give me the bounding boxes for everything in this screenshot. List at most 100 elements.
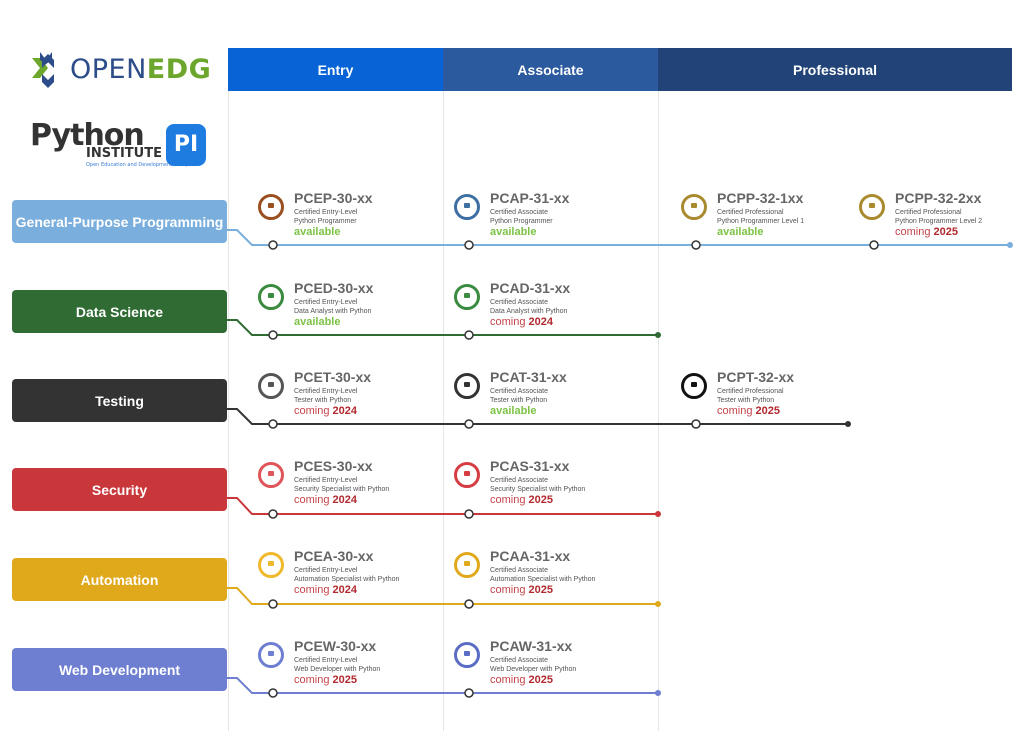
status-coming: coming 2025 [717, 405, 780, 417]
cert-desc-line1: Certified Associate [490, 299, 548, 306]
track-end-dot [655, 511, 661, 517]
cert-card[interactable]: PCAS-31-xx Certified Associate Security Sp… [454, 458, 654, 512]
cert-code: PCEP-30-xx [294, 190, 373, 206]
cert-desc-line1: Certified Entry-Level [294, 567, 358, 574]
cert-card[interactable]: PCES-30-xx Certified Entry-Level Security … [258, 458, 458, 512]
cert-badge-icon [258, 194, 284, 220]
cert-description: Certified Entry-Level Web Developer with … [294, 656, 380, 674]
status-coming-label: coming [294, 494, 330, 506]
cert-badge-icon [258, 462, 284, 488]
cert-description: Certified Associate Python Programmer [490, 208, 553, 226]
cert-code: PCET-30-xx [294, 369, 372, 385]
status-coming: coming 2025 [490, 584, 553, 596]
cert-desc-line2: Data Analyst with Python [294, 308, 372, 315]
status-coming: coming 2025 [895, 226, 958, 238]
cert-card[interactable]: PCAT-31-xx Certified Associate Tester with… [454, 369, 654, 423]
status-year: 2025 [528, 494, 554, 506]
status-coming-label: coming [490, 494, 526, 506]
cert-description: Certified Entry-Level Automation Speciali… [294, 566, 399, 584]
cert-card[interactable]: PCPT-32-xx Certified Professional Tester w… [681, 369, 881, 423]
cert-desc-line2: Security Specialist with Python [490, 486, 586, 493]
cert-desc-line1: Certified Entry-Level [294, 477, 358, 484]
status-coming-label: coming [490, 674, 526, 686]
status-available: available [490, 226, 537, 238]
status-coming: coming 2024 [294, 405, 357, 417]
cert-desc-line2: Python Programmer Level 2 [895, 218, 983, 225]
cert-card[interactable]: PCEP-30-xx Certified Entry-Level Python Pr… [258, 190, 458, 244]
cert-desc-line2: Python Programmer [490, 218, 553, 225]
cert-description: Certified Associate Security Specialist w… [490, 476, 585, 494]
cert-description: Certified Professional Tester with Python [717, 387, 784, 405]
cert-card[interactable]: PCAW-31-xx Certified Associate Web Develop… [454, 638, 654, 692]
cert-badge-icon [258, 284, 284, 310]
cert-desc-line1: Certified Professional [717, 388, 784, 395]
status-year: 2025 [528, 584, 554, 596]
cert-card[interactable]: PCAA-31-xx Certified Associate Automation … [454, 548, 654, 602]
cert-card[interactable]: PCAP-31-xx Certified Associate Python Prog… [454, 190, 654, 244]
cert-description: Certified Entry-Level Python Programmer [294, 208, 357, 226]
cert-description: Certified Professional Python Programmer … [717, 208, 804, 226]
status-coming-label: coming [294, 584, 330, 596]
cert-badge-icon [454, 552, 480, 578]
cert-card[interactable]: PCET-30-xx Certified Entry-Level Tester wi… [258, 369, 458, 423]
status-coming: coming 2024 [294, 494, 357, 506]
cert-description: Certified Entry-Level Security Specialist… [294, 476, 389, 494]
track-end-dot [655, 332, 661, 338]
cert-card[interactable]: PCPP-32-1xx Certified Professional Python … [681, 190, 881, 244]
cert-description: Certified Associate Web Developer with Py… [490, 656, 576, 674]
cert-desc-line2: Python Programmer Level 1 [717, 218, 805, 225]
cert-badge-icon [859, 194, 885, 220]
cert-desc-line1: Certified Entry-Level [294, 657, 358, 664]
cert-code: PCES-30-xx [294, 458, 373, 474]
cert-badge-icon [258, 552, 284, 578]
cert-card[interactable]: PCED-30-xx Certified Entry-Level Data Anal… [258, 280, 458, 334]
cert-desc-line1: Certified Entry-Level [294, 209, 358, 216]
cert-description: Certified Entry-Level Data Analyst with P… [294, 298, 371, 316]
cert-desc-line1: Certified Associate [490, 657, 548, 664]
cert-desc-line2: Web Developer with Python [294, 666, 381, 673]
status-year: 2024 [332, 584, 358, 596]
cert-card[interactable]: PCEW-30-xx Certified Entry-Level Web Devel… [258, 638, 458, 692]
cert-description: Certified Entry-Level Tester with Python [294, 387, 357, 405]
cert-desc-line2: Tester with Python [490, 397, 548, 404]
cert-badge-icon [681, 194, 707, 220]
cert-badge-icon [681, 373, 707, 399]
status-year: 2025 [755, 405, 781, 417]
status-available: available [294, 316, 341, 328]
track-label: Data Science [12, 290, 227, 333]
cert-desc-line2: Automation Specialist with Python [294, 576, 400, 583]
cert-description: Certified Associate Data Analyst with Pyt… [490, 298, 567, 316]
cert-desc-line2: Tester with Python [294, 397, 352, 404]
status-year: 2024 [332, 494, 358, 506]
cert-code: PCAP-31-xx [490, 190, 570, 206]
status-coming-label: coming [717, 405, 753, 417]
cert-desc-line1: Certified Entry-Level [294, 299, 358, 306]
cert-code: PCPP-32-2xx [895, 190, 982, 206]
status-coming-label: coming [490, 584, 526, 596]
status-coming: coming 2024 [294, 584, 357, 596]
status-coming-label: coming [294, 405, 330, 417]
cert-description: Certified Associate Tester with Python [490, 387, 548, 405]
cert-badge-icon [454, 194, 480, 220]
cert-description: Certified Professional Python Programmer … [895, 208, 982, 226]
cert-code: PCAW-31-xx [490, 638, 573, 654]
status-coming-label: coming [294, 674, 330, 686]
cert-code: PCAA-31-xx [490, 548, 571, 564]
cert-code: PCAD-31-xx [490, 280, 571, 296]
cert-desc-line1: Certified Entry-Level [294, 388, 358, 395]
track-end-dot [655, 601, 661, 607]
status-year: 2025 [332, 674, 358, 686]
cert-code: PCAT-31-xx [490, 369, 567, 385]
cert-desc-line2: Automation Specialist with Python [490, 576, 596, 583]
cert-desc-line1: Certified Associate [490, 209, 548, 216]
cert-badge-icon [454, 642, 480, 668]
cert-desc-line1: Certified Associate [490, 388, 548, 395]
cert-card[interactable]: PCPP-32-2xx Certified Professional Python … [859, 190, 1024, 244]
cert-badge-icon [258, 642, 284, 668]
cert-card[interactable]: PCEA-30-xx Certified Entry-Level Automatio… [258, 548, 458, 602]
cert-desc-line1: Certified Associate [490, 567, 548, 574]
cert-card[interactable]: PCAD-31-xx Certified Associate Data Analys… [454, 280, 654, 334]
status-year: 2024 [332, 405, 358, 417]
cert-description: Certified Associate Automation Specialist… [490, 566, 595, 584]
status-year: 2024 [528, 316, 554, 328]
